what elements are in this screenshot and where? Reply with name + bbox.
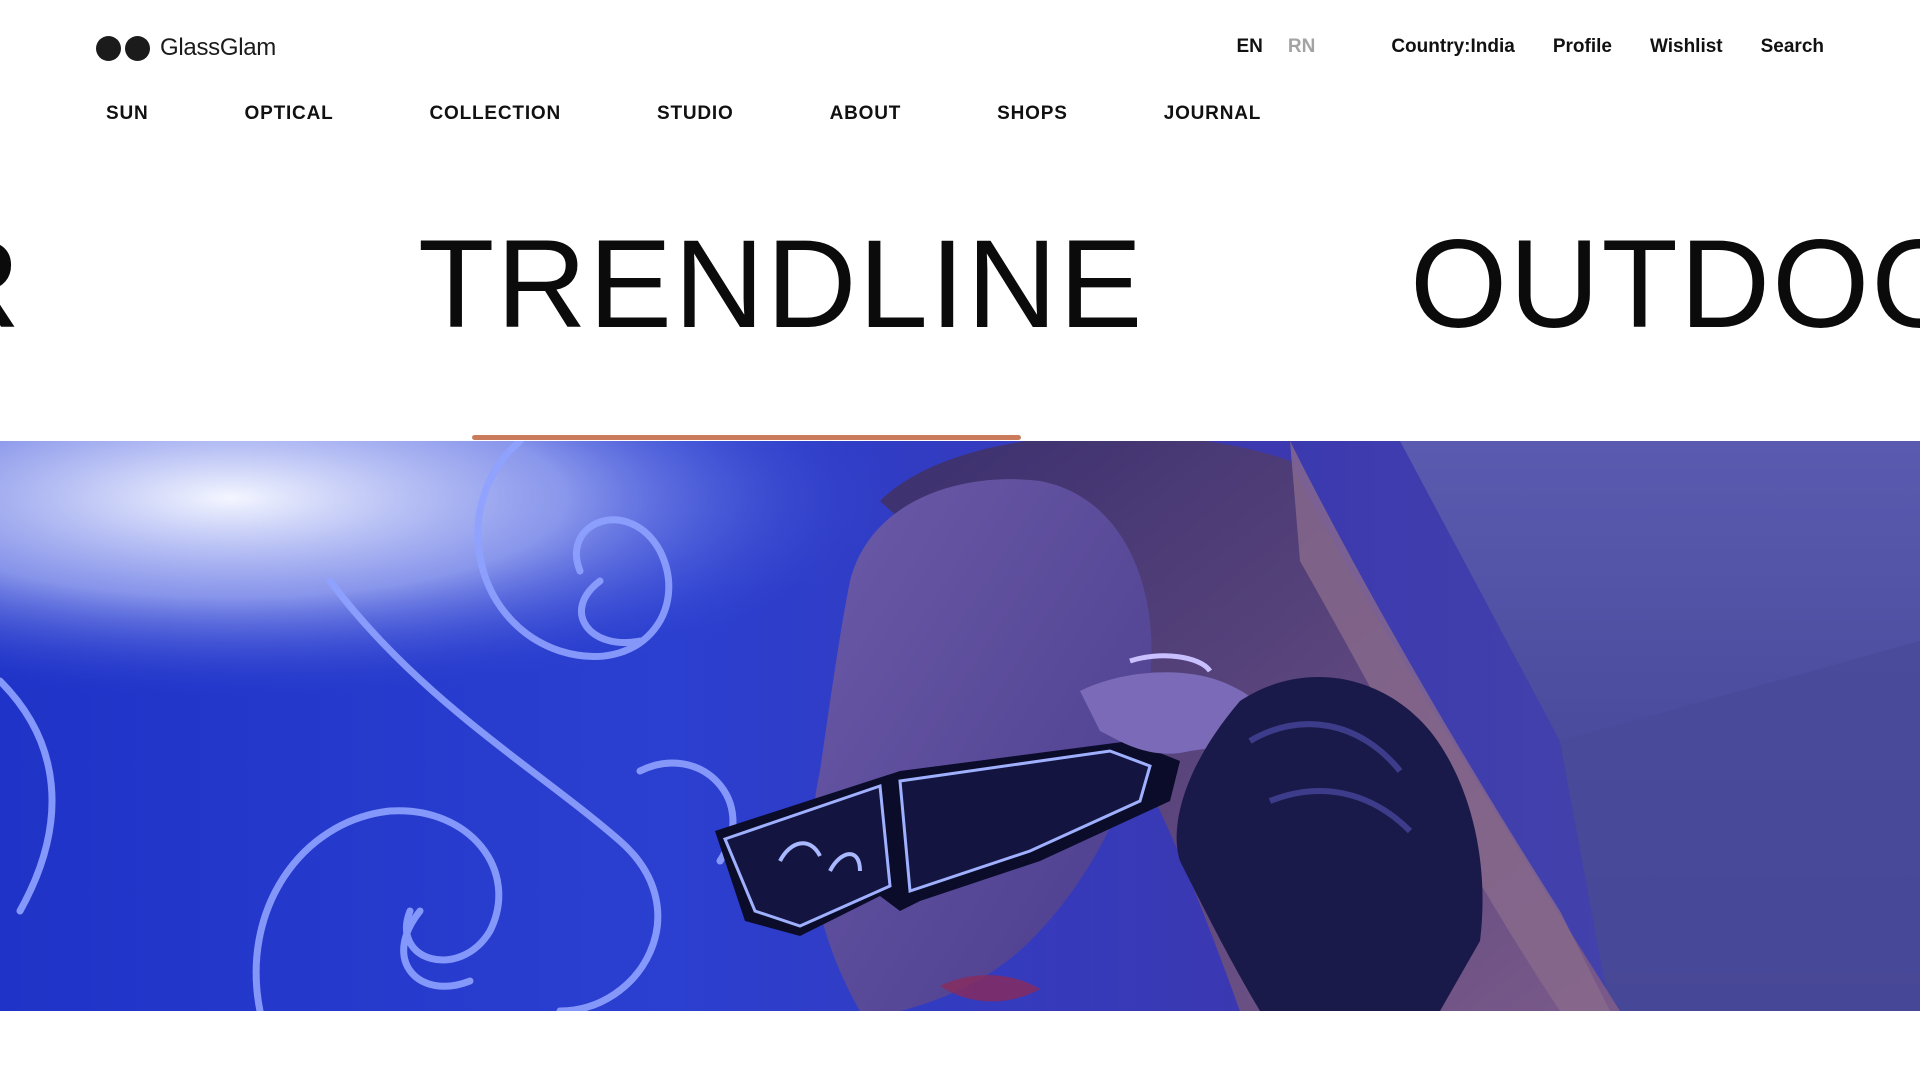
country-selector[interactable]: Country:India [1391,36,1515,58]
language-option-en[interactable]: EN [1236,36,1262,58]
logo-dot-right [125,35,150,61]
profile-link[interactable]: Profile [1553,36,1612,58]
collection-carousel: R TRENDLINE OUTDOO [0,210,1920,370]
carousel-slide-next[interactable]: OUTDOO [1410,210,1920,360]
carousel-progress-track [472,435,1021,440]
hero-photo-illustration [0,441,1920,1011]
logo-mark [96,35,150,61]
nav-item-sun[interactable]: SUN [106,103,149,125]
site-header: GlassGlam EN RN Country:India Profile Wi… [0,0,1920,95]
carousel-progress-fill [472,435,1021,440]
nav-item-studio[interactable]: STUDIO [657,103,734,125]
search-link[interactable]: Search [1761,36,1824,58]
nav-item-about[interactable]: ABOUT [830,103,902,125]
hero-image [0,441,1920,1011]
carousel-slide-previous[interactable]: R [0,210,22,360]
logo-dot-left [96,35,121,61]
main-nav: SUN OPTICAL COLLECTION STUDIO ABOUT SHOP… [106,103,1261,125]
nav-item-shops[interactable]: SHOPS [997,103,1068,125]
language-option-rn[interactable]: RN [1288,36,1315,58]
brand-name: GlassGlam [160,34,276,61]
nav-item-collection[interactable]: COLLECTION [430,103,562,125]
wishlist-link[interactable]: Wishlist [1650,36,1723,58]
nav-item-optical[interactable]: OPTICAL [245,103,334,125]
utility-nav: EN RN Country:India Profile Wishlist Sea… [1236,36,1824,58]
brand-logo[interactable]: GlassGlam [96,34,276,62]
nav-item-journal[interactable]: JOURNAL [1164,103,1261,125]
carousel-slide-active[interactable]: TRENDLINE [418,210,1144,360]
